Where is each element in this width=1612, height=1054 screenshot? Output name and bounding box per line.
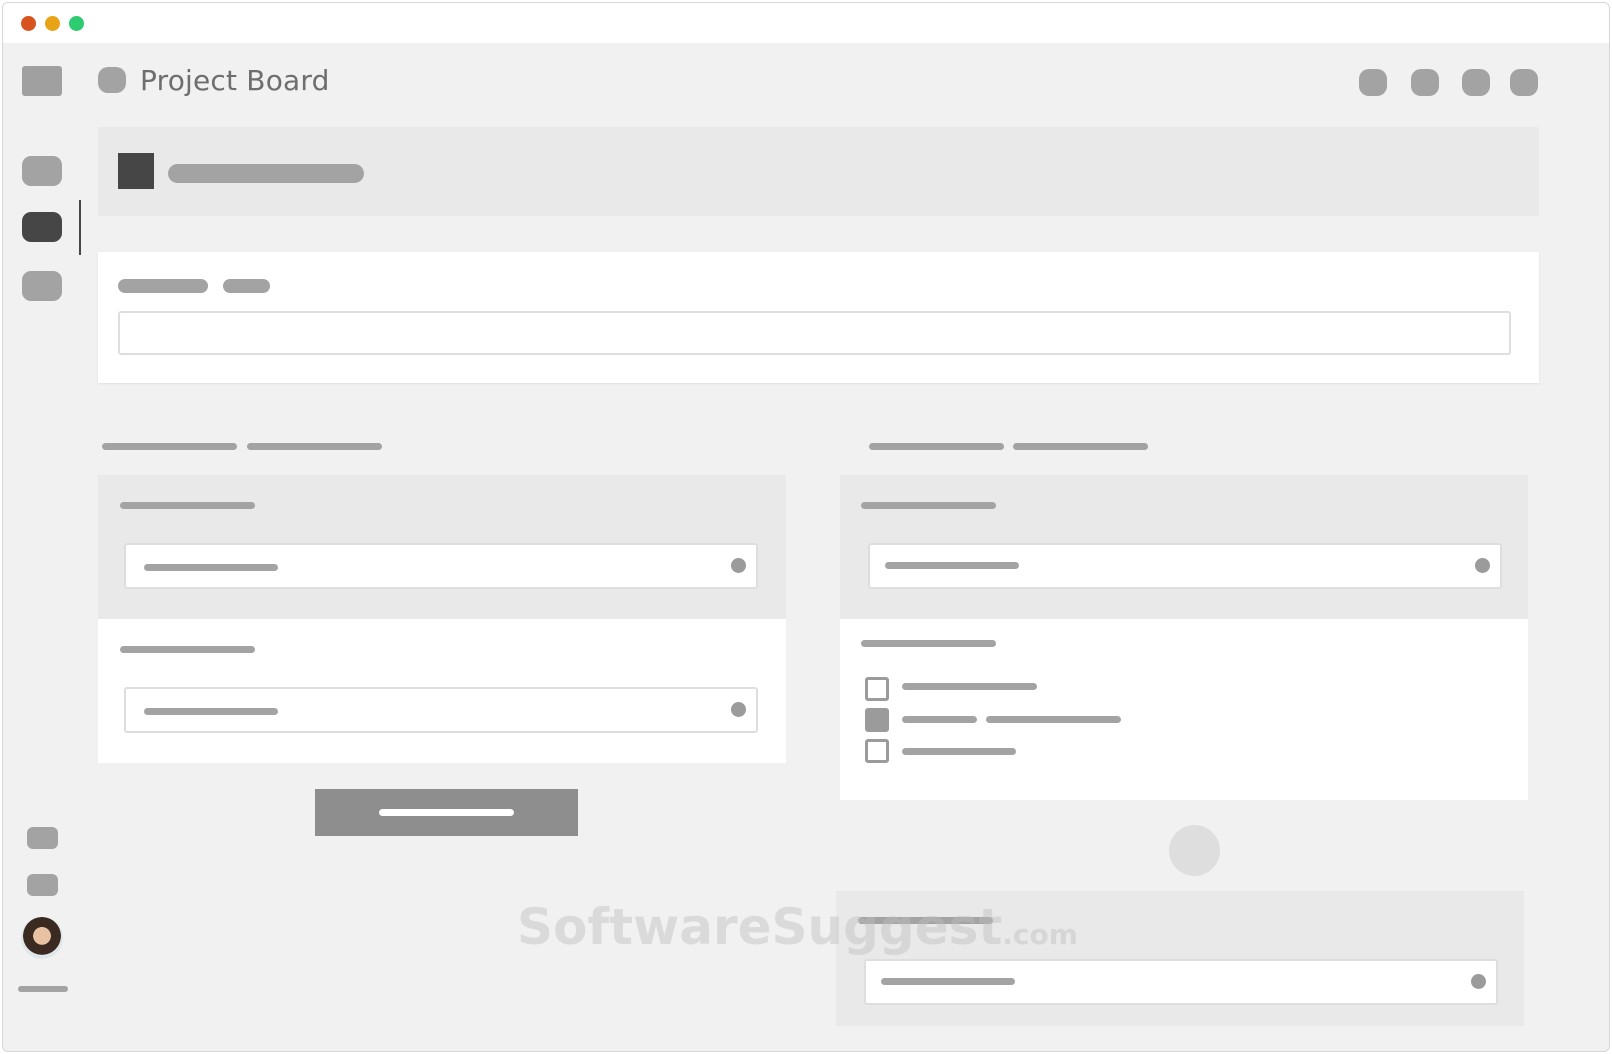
field-label-placeholder <box>858 917 993 924</box>
checkbox-2-label-placeholder <box>902 716 977 723</box>
checkbox-2[interactable] <box>865 708 889 732</box>
floating-action-button[interactable] <box>1169 825 1220 876</box>
search-label-placeholder <box>118 279 208 293</box>
search-hint-placeholder <box>223 279 270 293</box>
checkbox-1[interactable] <box>865 677 889 701</box>
select-indicator-icon[interactable] <box>1471 974 1486 989</box>
select-indicator-icon[interactable] <box>731 702 746 717</box>
app-logo[interactable] <box>22 66 62 96</box>
checkbox-1-label-placeholder <box>902 683 1037 690</box>
sidebar-item-1[interactable] <box>22 156 62 186</box>
field-label-placeholder <box>861 502 996 509</box>
search-input[interactable] <box>118 311 1511 355</box>
maximize-window-button[interactable] <box>69 16 84 31</box>
select-value-placeholder <box>885 562 1019 569</box>
sidebar-active-indicator <box>79 200 81 255</box>
checkbox-2-label-extra-placeholder <box>986 716 1121 723</box>
checkbox-3-label-placeholder <box>902 748 1016 755</box>
sidebar-item-3[interactable] <box>22 271 62 301</box>
left-section-subtitle-placeholder <box>247 443 382 450</box>
minimize-window-button[interactable] <box>45 16 60 31</box>
right-section-title-placeholder <box>869 443 1004 450</box>
project-thumbnail <box>118 153 154 189</box>
right-section-subtitle-placeholder <box>1013 443 1148 450</box>
board-icon <box>98 67 126 93</box>
select-indicator-icon[interactable] <box>731 558 746 573</box>
sidebar-bottom-item-1[interactable] <box>27 827 58 849</box>
header-action-4-icon[interactable] <box>1510 69 1538 96</box>
field-label-placeholder <box>120 646 255 653</box>
field-label-placeholder <box>120 502 255 509</box>
page-title: Project Board <box>140 64 330 97</box>
close-window-button[interactable] <box>21 16 36 31</box>
sidebar-collapse-handle[interactable] <box>18 986 68 992</box>
select-value-placeholder <box>144 564 278 571</box>
project-name-placeholder <box>168 164 364 183</box>
select-indicator-icon[interactable] <box>1475 558 1490 573</box>
select-value-placeholder <box>144 708 278 715</box>
checklist-label-placeholder <box>861 640 996 647</box>
sidebar-item-2[interactable] <box>22 212 62 242</box>
title-bar <box>3 3 1609 43</box>
submit-button-label-placeholder <box>379 809 514 816</box>
sidebar-bottom-item-2[interactable] <box>27 874 58 896</box>
header-action-3-icon[interactable] <box>1462 69 1490 96</box>
select-value-placeholder <box>881 978 1015 985</box>
left-section-title-placeholder <box>102 443 237 450</box>
header-action-1-icon[interactable] <box>1359 69 1387 96</box>
avatar[interactable] <box>21 917 63 959</box>
header-action-2-icon[interactable] <box>1411 69 1439 96</box>
checkbox-3[interactable] <box>865 739 889 763</box>
